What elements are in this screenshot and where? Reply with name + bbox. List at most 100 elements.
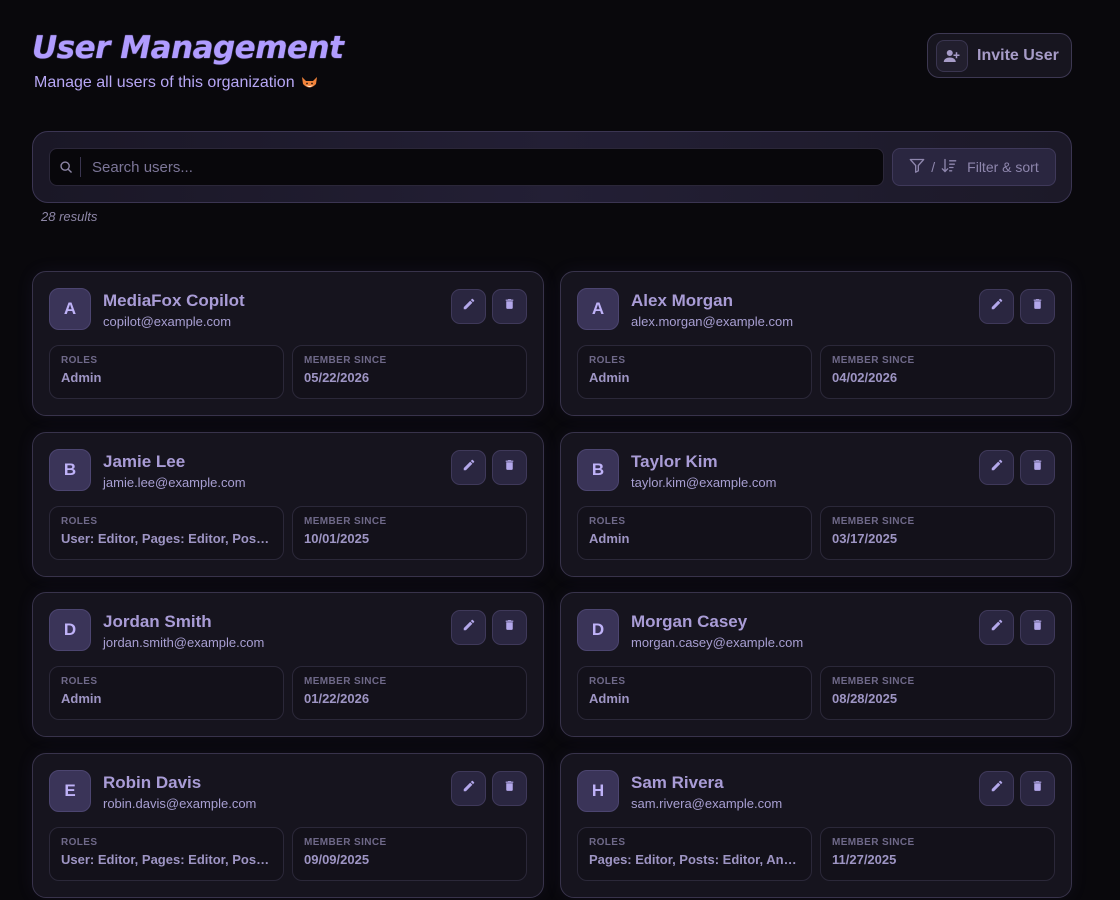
avatar: D <box>577 609 619 651</box>
delete-user-button[interactable] <box>492 289 527 324</box>
search-icon <box>50 160 80 174</box>
sort-icon <box>941 158 957 176</box>
invite-user-label: Invite User <box>977 46 1059 64</box>
delete-user-button[interactable] <box>492 771 527 806</box>
edit-user-button[interactable] <box>451 289 486 324</box>
trash-icon <box>1031 458 1044 477</box>
roles-value: Pages: Editor, Posts: Editor, Analytics:… <box>589 852 800 867</box>
edit-user-button[interactable] <box>979 289 1014 324</box>
member-since-box: MEMBER SINCE 05/22/2026 <box>292 345 527 399</box>
user-email: jamie.lee@example.com <box>103 475 246 490</box>
roles-label: ROLES <box>61 837 98 848</box>
avatar: H <box>577 770 619 812</box>
page-title: User Management <box>32 30 344 66</box>
pencil-icon <box>462 458 476 477</box>
user-name: Alex Morgan <box>631 291 734 310</box>
user-email: morgan.casey@example.com <box>631 635 804 650</box>
roles-value: Admin <box>61 691 102 706</box>
roles-value: Admin <box>589 370 630 385</box>
roles-box: ROLES Pages: Editor, Posts: Editor, Anal… <box>577 827 812 881</box>
user-name: Morgan Casey <box>631 612 748 631</box>
roles-label: ROLES <box>61 516 98 527</box>
avatar: E <box>49 770 91 812</box>
roles-box: ROLES Admin <box>49 666 284 720</box>
trash-icon <box>503 618 516 637</box>
filter-sort-button[interactable]: / Filter & sort <box>892 148 1056 186</box>
user-card: B Jamie Lee jamie.lee@example.com ROLES … <box>32 432 544 577</box>
member-since-box: MEMBER SINCE 11/27/2025 <box>820 827 1055 881</box>
member-since-value: 04/02/2026 <box>832 370 898 385</box>
user-name: Taylor Kim <box>631 452 718 471</box>
member-since-box: MEMBER SINCE 09/09/2025 <box>292 827 527 881</box>
search-input[interactable] <box>92 158 883 176</box>
edit-user-button[interactable] <box>979 771 1014 806</box>
member-since-value: 10/01/2025 <box>304 531 370 546</box>
user-name: Jamie Lee <box>103 452 186 471</box>
search-field <box>49 148 884 186</box>
delete-user-button[interactable] <box>1020 289 1055 324</box>
edit-user-button[interactable] <box>979 610 1014 645</box>
member-since-box: MEMBER SINCE 01/22/2026 <box>292 666 527 720</box>
delete-user-button[interactable] <box>1020 610 1055 645</box>
trash-icon <box>503 779 516 798</box>
roles-value: User: Editor, Pages: Editor, Posts: Edit… <box>61 531 272 546</box>
roles-label: ROLES <box>589 355 626 366</box>
edit-user-button[interactable] <box>451 450 486 485</box>
roles-box: ROLES User: Editor, Pages: Editor, Posts… <box>49 827 284 881</box>
user-name: Jordan Smith <box>103 612 212 631</box>
trash-icon <box>503 458 516 477</box>
roles-value: Admin <box>589 531 630 546</box>
user-email: jordan.smith@example.com <box>103 635 265 650</box>
user-name: Sam Rivera <box>631 773 724 792</box>
member-since-value: 03/17/2025 <box>832 531 898 546</box>
user-email: sam.rivera@example.com <box>631 796 783 811</box>
user-email: taylor.kim@example.com <box>631 475 777 490</box>
member-since-value: 05/22/2026 <box>304 370 370 385</box>
member-since-value: 08/28/2025 <box>832 691 898 706</box>
person-add-icon <box>936 39 968 72</box>
roles-box: ROLES Admin <box>577 506 812 560</box>
edit-user-button[interactable] <box>451 610 486 645</box>
roles-label: ROLES <box>589 676 626 687</box>
roles-value: Admin <box>61 370 102 385</box>
results-count: 28 results <box>41 209 98 224</box>
roles-label: ROLES <box>589 516 626 527</box>
member-since-label: MEMBER SINCE <box>832 355 915 366</box>
delete-user-button[interactable] <box>1020 771 1055 806</box>
pencil-icon <box>990 618 1004 637</box>
roles-box: ROLES User: Editor, Pages: Editor, Posts… <box>49 506 284 560</box>
member-since-label: MEMBER SINCE <box>304 676 387 687</box>
member-since-box: MEMBER SINCE 04/02/2026 <box>820 345 1055 399</box>
roles-value: Admin <box>589 691 630 706</box>
user-management-page: User Management Manage all users of this… <box>0 0 1120 900</box>
user-card: D Morgan Casey morgan.casey@example.com … <box>560 592 1072 737</box>
member-since-label: MEMBER SINCE <box>832 516 915 527</box>
member-since-box: MEMBER SINCE 08/28/2025 <box>820 666 1055 720</box>
pencil-icon <box>462 779 476 798</box>
user-card: A MediaFox Copilot copilot@example.com R… <box>32 271 544 416</box>
user-card: D Jordan Smith jordan.smith@example.com … <box>32 592 544 737</box>
search-divider <box>80 157 81 177</box>
user-card: E Robin Davis robin.davis@example.com RO… <box>32 753 544 898</box>
roles-value: User: Editor, Pages: Editor, Posts: Edit… <box>61 852 272 867</box>
edit-user-button[interactable] <box>979 450 1014 485</box>
member-since-label: MEMBER SINCE <box>832 676 915 687</box>
filter-sort-label: Filter & sort <box>967 159 1039 175</box>
roles-box: ROLES Admin <box>49 345 284 399</box>
pencil-icon <box>462 297 476 316</box>
page-header: User Management Manage all users of this… <box>32 30 344 92</box>
invite-user-button[interactable]: Invite User <box>927 33 1072 78</box>
filter-separator: / <box>931 159 936 175</box>
avatar: A <box>49 288 91 330</box>
fox-icon <box>301 76 318 91</box>
edit-user-button[interactable] <box>451 771 486 806</box>
member-since-label: MEMBER SINCE <box>832 837 915 848</box>
avatar: B <box>49 449 91 491</box>
delete-user-button[interactable] <box>492 450 527 485</box>
subtitle-text: Manage all users of this organization <box>34 74 295 91</box>
member-since-label: MEMBER SINCE <box>304 516 387 527</box>
member-since-label: MEMBER SINCE <box>304 837 387 848</box>
pencil-icon <box>990 779 1004 798</box>
delete-user-button[interactable] <box>492 610 527 645</box>
delete-user-button[interactable] <box>1020 450 1055 485</box>
